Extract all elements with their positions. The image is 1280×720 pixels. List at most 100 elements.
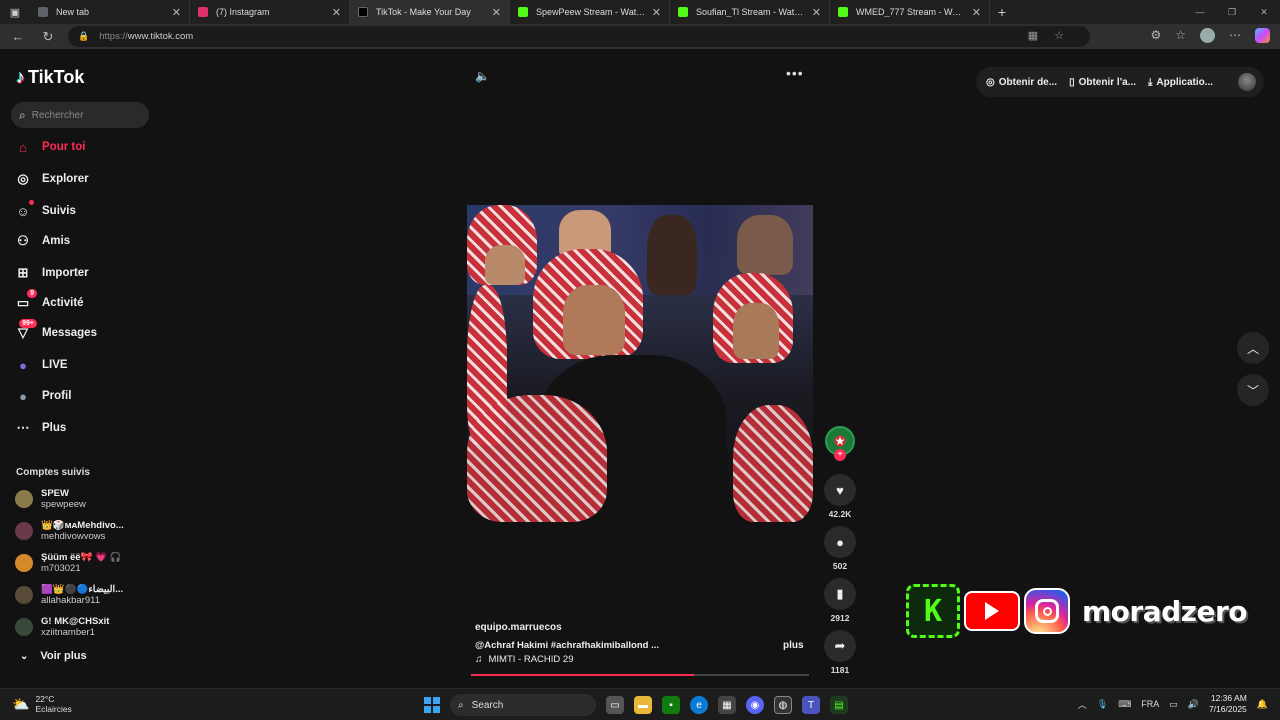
music-track[interactable]: ♫ MIMTI - RACHID 29: [475, 654, 573, 665]
next-video-button[interactable]: ﹀: [1237, 374, 1269, 406]
address-bar[interactable]: 🔒 https://www.tiktok.com ▦☆: [68, 26, 1090, 47]
refresh-icon[interactable]: ↻: [36, 29, 60, 45]
tray-chevron-up-icon[interactable]: ︿: [1078, 698, 1087, 711]
taskbar-search-label: Search: [471, 699, 504, 711]
file-explorer-icon[interactable]: ▬: [634, 696, 652, 714]
heart-icon[interactable]: ♥: [824, 474, 856, 506]
close-tab-icon[interactable]: ✕: [972, 6, 981, 19]
sidebar-item-amis[interactable]: ⚇ Amis: [14, 231, 70, 251]
task-view-icon[interactable]: ▭: [606, 696, 624, 714]
streamer-name: moradzero: [1082, 594, 1248, 628]
see-more-button[interactable]: ⌄ Voir plus: [20, 650, 87, 662]
caption-more-button[interactable]: plus: [783, 640, 804, 651]
sidebar-item-messages[interactable]: ▽ 99+ Messages: [14, 319, 97, 343]
start-icon[interactable]: [424, 697, 440, 713]
tab-favicon-icon: [358, 7, 368, 17]
followed-account[interactable]: 👑🎲ᴍᴀMehdivo... mehdivowvows: [15, 520, 133, 542]
restore-icon[interactable]: ❐: [1216, 0, 1248, 24]
address-bar-actions[interactable]: ▦☆: [1028, 29, 1080, 42]
close-tab-icon[interactable]: ✕: [332, 6, 341, 19]
discord-icon[interactable]: ◉: [746, 696, 764, 714]
video-author[interactable]: equipo.marruecos: [475, 622, 562, 633]
video-player[interactable]: [467, 205, 813, 522]
taskbar-search[interactable]: ⌕ Search: [450, 694, 596, 716]
follow-author-button[interactable]: +: [834, 449, 846, 461]
sidebar-item-live[interactable]: ● LIVE: [14, 355, 68, 375]
extensions-icon[interactable]: ⚙: [1150, 28, 1161, 43]
video-figure: [485, 245, 525, 285]
see-more-label: Voir plus: [40, 650, 87, 662]
keyboard-icon[interactable]: ⌨: [1118, 699, 1131, 710]
video-progress-bar[interactable]: [471, 674, 809, 676]
xbox-icon[interactable]: ▪: [662, 696, 680, 714]
sidebar-item-activit-[interactable]: ▭ 9 Activité: [14, 289, 84, 313]
browser-tab[interactable]: (7) Instagram ✕: [190, 0, 350, 24]
share-icon[interactable]: ➦: [824, 630, 856, 662]
get-app-button[interactable]: ▯ Obtenir l'a...: [1069, 77, 1136, 88]
search-box[interactable]: ⌕: [11, 102, 149, 128]
tab-title: New tab: [56, 7, 90, 17]
followed-account[interactable]: SPEW spewpeew: [15, 488, 133, 510]
network-icon[interactable]: ▭: [1169, 699, 1178, 710]
close-tab-icon[interactable]: ✕: [492, 6, 501, 19]
sidebar-item-suivis[interactable]: ☺ Suivis: [14, 200, 76, 221]
music-title: MIMTI - RACHID 29: [488, 654, 574, 665]
store-icon[interactable]: ▦: [718, 696, 736, 714]
comment-icon[interactable]: ●: [824, 526, 856, 558]
teams-icon[interactable]: T: [802, 696, 820, 714]
browser-tab[interactable]: SpewPeew Stream - Watch Live o ✕: [510, 0, 670, 24]
close-tab-icon[interactable]: ✕: [652, 6, 661, 19]
clock[interactable]: 12:36 AM 7/16/2025: [1209, 693, 1247, 715]
menu-icon[interactable]: ⋯: [1229, 28, 1241, 43]
get-coins-button[interactable]: ◎ Obtenir de...: [986, 77, 1057, 88]
edge-icon[interactable]: e: [690, 696, 708, 714]
tiktok-logo[interactable]: ♪ TikTok: [16, 67, 84, 88]
sidebar-item-importer[interactable]: ⊞ Importer: [14, 263, 89, 283]
video-figure: [647, 215, 697, 295]
close-tab-icon[interactable]: ✕: [172, 6, 181, 19]
previous-video-button[interactable]: ︿: [1237, 332, 1269, 364]
followed-account[interactable]: G! MK@CHSxit xziitnamber1: [15, 616, 133, 638]
site-info-icon[interactable]: 🔒: [78, 31, 89, 42]
browser-toolbar: ← ↻ 🔒 https://www.tiktok.com ▦☆ ⚙ ☆ ⋯: [0, 24, 1280, 49]
new-tab-button[interactable]: +: [990, 4, 1014, 20]
notifications-icon[interactable]: 🔔: [1257, 699, 1268, 710]
language-indicator[interactable]: FRA: [1141, 699, 1159, 709]
favorites-icon[interactable]: ☆: [1175, 28, 1186, 43]
followed-account[interactable]: Şüüm ëë🎀 💗 🎧 m703021: [15, 552, 133, 574]
sidebar-item-explorer[interactable]: ◎ Explorer: [14, 169, 88, 189]
sidebar-item-profil[interactable]: ● Profil: [14, 386, 71, 406]
browser-tab[interactable]: TikTok - Make Your Day ✕: [350, 0, 510, 24]
live-icon: ●: [19, 357, 27, 373]
account-handle: allahakbar911: [41, 595, 100, 606]
minimize-icon[interactable]: —: [1184, 0, 1216, 24]
sidebar-item-pour-toi[interactable]: ⌂ Pour toi: [14, 137, 85, 157]
browser-tab[interactable]: New tab ✕: [30, 0, 190, 24]
microphone-icon[interactable]: 🎙: [1097, 699, 1108, 710]
sidebar-item-plus[interactable]: ⋯ Plus: [14, 418, 67, 438]
more-options-icon[interactable]: •••: [786, 65, 804, 81]
tab-list: New tab ✕ (7) Instagram ✕ TikTok - Make Your…: [30, 0, 990, 24]
followed-account[interactable]: 🟪👑⚫🔵البيضاء... allahakbar911: [15, 584, 133, 606]
weather-widget[interactable]: ⛅ 22°C Eclaircies: [12, 694, 72, 714]
copilot-icon[interactable]: [1255, 28, 1270, 43]
tab-actions-icon[interactable]: ▣: [0, 0, 30, 24]
app-icon[interactable]: ◍: [774, 696, 792, 714]
volume-icon[interactable]: 🔈: [475, 69, 490, 83]
sidebar-item-label: Activité: [42, 297, 84, 309]
desktop-app-button[interactable]: ⤓ Applicatio...: [1148, 77, 1213, 88]
profile-avatar[interactable]: [1200, 28, 1215, 43]
close-window-icon[interactable]: ✕: [1248, 0, 1280, 24]
browser-tab[interactable]: Soufian_Tl Stream - Watch Live o ✕: [670, 0, 830, 24]
save-count: 2912: [830, 613, 850, 623]
user-avatar[interactable]: [1238, 73, 1256, 91]
speaker-icon[interactable]: 🔊: [1188, 699, 1199, 710]
back-icon[interactable]: ←: [6, 29, 30, 44]
video-figure: [733, 405, 813, 522]
browser-tab[interactable]: WMED_777 Stream - Watch Live o ✕: [830, 0, 990, 24]
close-tab-icon[interactable]: ✕: [812, 6, 821, 19]
gpu-monitor-icon[interactable]: ▤: [830, 696, 848, 714]
bookmark-icon[interactable]: ▮: [824, 578, 856, 610]
search-input[interactable]: [31, 109, 132, 121]
following-section-title: Comptes suivis: [16, 467, 90, 478]
